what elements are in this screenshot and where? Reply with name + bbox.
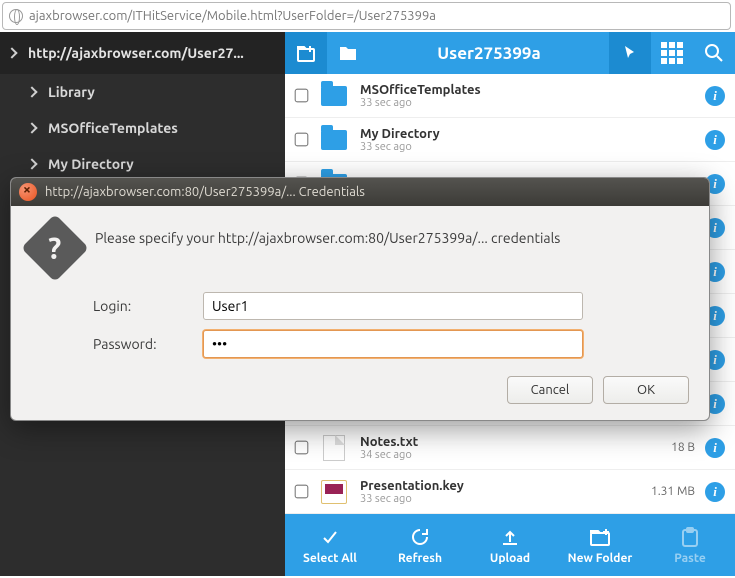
- refresh-button[interactable]: Refresh: [375, 514, 465, 576]
- select-mode-button[interactable]: [609, 32, 651, 74]
- file-size: 1.31 MB: [635, 485, 695, 498]
- row-checkbox[interactable]: [295, 441, 309, 455]
- file-name: Presentation.key: [360, 479, 635, 493]
- upload-button[interactable]: Upload: [465, 514, 555, 576]
- sidebar-breadcrumb[interactable]: http://ajaxbrowser.com/User27...: [0, 32, 285, 74]
- paste-icon: [679, 526, 701, 548]
- info-icon[interactable]: i: [705, 130, 725, 150]
- globe-icon: [9, 9, 23, 23]
- chevron-right-icon: [26, 158, 37, 169]
- credentials-dialog: http://ajaxbrowser.com:80/User275399a/..…: [10, 177, 710, 421]
- file-time: 33 sec ago: [360, 97, 635, 109]
- row-checkbox[interactable]: [295, 133, 309, 147]
- bottom-toolbar: Select All Refresh Upload New Folder Pas…: [285, 514, 735, 576]
- info-icon[interactable]: i: [705, 438, 725, 458]
- file-time: 33 sec ago: [360, 493, 635, 505]
- top-toolbar: User275399a: [285, 32, 735, 74]
- file-row[interactable]: Presentation.key33 sec ago1.31 MB i: [285, 470, 735, 514]
- row-checkbox[interactable]: [295, 485, 309, 499]
- check-icon: [319, 526, 341, 548]
- new-folder-icon: [589, 526, 611, 548]
- paste-button[interactable]: Paste: [645, 514, 735, 576]
- browser-url-bar[interactable]: ajaxbrowser.com/ITHitService/Mobile.html…: [2, 2, 731, 30]
- sidebar-item-label: My Directory: [48, 156, 134, 172]
- upload-label: Upload: [490, 552, 530, 565]
- close-icon[interactable]: [19, 183, 37, 201]
- paste-label: Paste: [674, 552, 705, 565]
- login-label: Login:: [93, 298, 203, 314]
- sidebar-item-label: MSOfficeTemplates: [48, 120, 178, 136]
- refresh-label: Refresh: [398, 552, 442, 565]
- file-name: My Directory: [360, 127, 635, 141]
- info-icon[interactable]: i: [705, 86, 725, 106]
- dialog-message: Please specify your http://ajaxbrowser.c…: [95, 224, 560, 246]
- new-folder-top-button[interactable]: [285, 32, 327, 74]
- grid-view-button[interactable]: [651, 32, 693, 74]
- chevron-right-icon: [26, 86, 37, 97]
- question-icon: ?: [21, 214, 89, 282]
- info-icon[interactable]: i: [705, 482, 725, 502]
- text-file-icon: [323, 435, 345, 461]
- select-all-label: Select All: [303, 552, 357, 565]
- password-label: Password:: [93, 336, 203, 352]
- file-row[interactable]: Notes.txt34 sec ago18 B i: [285, 426, 735, 470]
- dialog-title: http://ajaxbrowser.com:80/User275399a/..…: [45, 185, 365, 199]
- refresh-icon: [409, 526, 431, 548]
- row-checkbox[interactable]: [295, 89, 309, 103]
- sidebar-item[interactable]: MSOfficeTemplates: [0, 110, 285, 146]
- folder-icon: [321, 86, 347, 106]
- file-time: 33 sec ago: [360, 141, 635, 153]
- search-button[interactable]: [693, 32, 735, 74]
- file-time: 34 sec ago: [360, 449, 635, 461]
- url-text: ajaxbrowser.com/ITHitService/Mobile.html…: [29, 9, 436, 23]
- file-row[interactable]: MSOfficeTemplates33 sec ago i: [285, 74, 735, 118]
- new-folder-label: New Folder: [568, 552, 633, 565]
- file-name: MSOfficeTemplates: [360, 83, 635, 97]
- file-size: 18 B: [635, 441, 695, 454]
- chevron-right-icon: [6, 47, 17, 58]
- select-all-button[interactable]: Select All: [285, 514, 375, 576]
- dialog-body: ? Please specify your http://ajaxbrowser…: [11, 206, 709, 420]
- chevron-right-icon: [26, 122, 37, 133]
- file-name: Notes.txt: [360, 435, 635, 449]
- new-folder-button[interactable]: New Folder: [555, 514, 645, 576]
- dialog-titlebar[interactable]: http://ajaxbrowser.com:80/User275399a/..…: [11, 178, 709, 206]
- keynote-icon: [321, 480, 347, 504]
- open-folder-button[interactable]: [327, 32, 369, 74]
- password-input[interactable]: [203, 330, 583, 358]
- grid-icon: [661, 42, 683, 64]
- sidebar-item-label: Library: [48, 84, 95, 100]
- ok-button[interactable]: OK: [603, 376, 689, 404]
- file-row[interactable]: My Directory33 sec ago i: [285, 118, 735, 162]
- topbar-title: User275399a: [369, 44, 609, 63]
- cancel-button[interactable]: Cancel: [507, 376, 593, 404]
- sidebar-head-label: http://ajaxbrowser.com/User27...: [28, 45, 244, 61]
- folder-icon: [321, 130, 347, 150]
- login-input[interactable]: [203, 292, 583, 320]
- upload-icon: [499, 526, 521, 548]
- sidebar-item[interactable]: Library: [0, 74, 285, 110]
